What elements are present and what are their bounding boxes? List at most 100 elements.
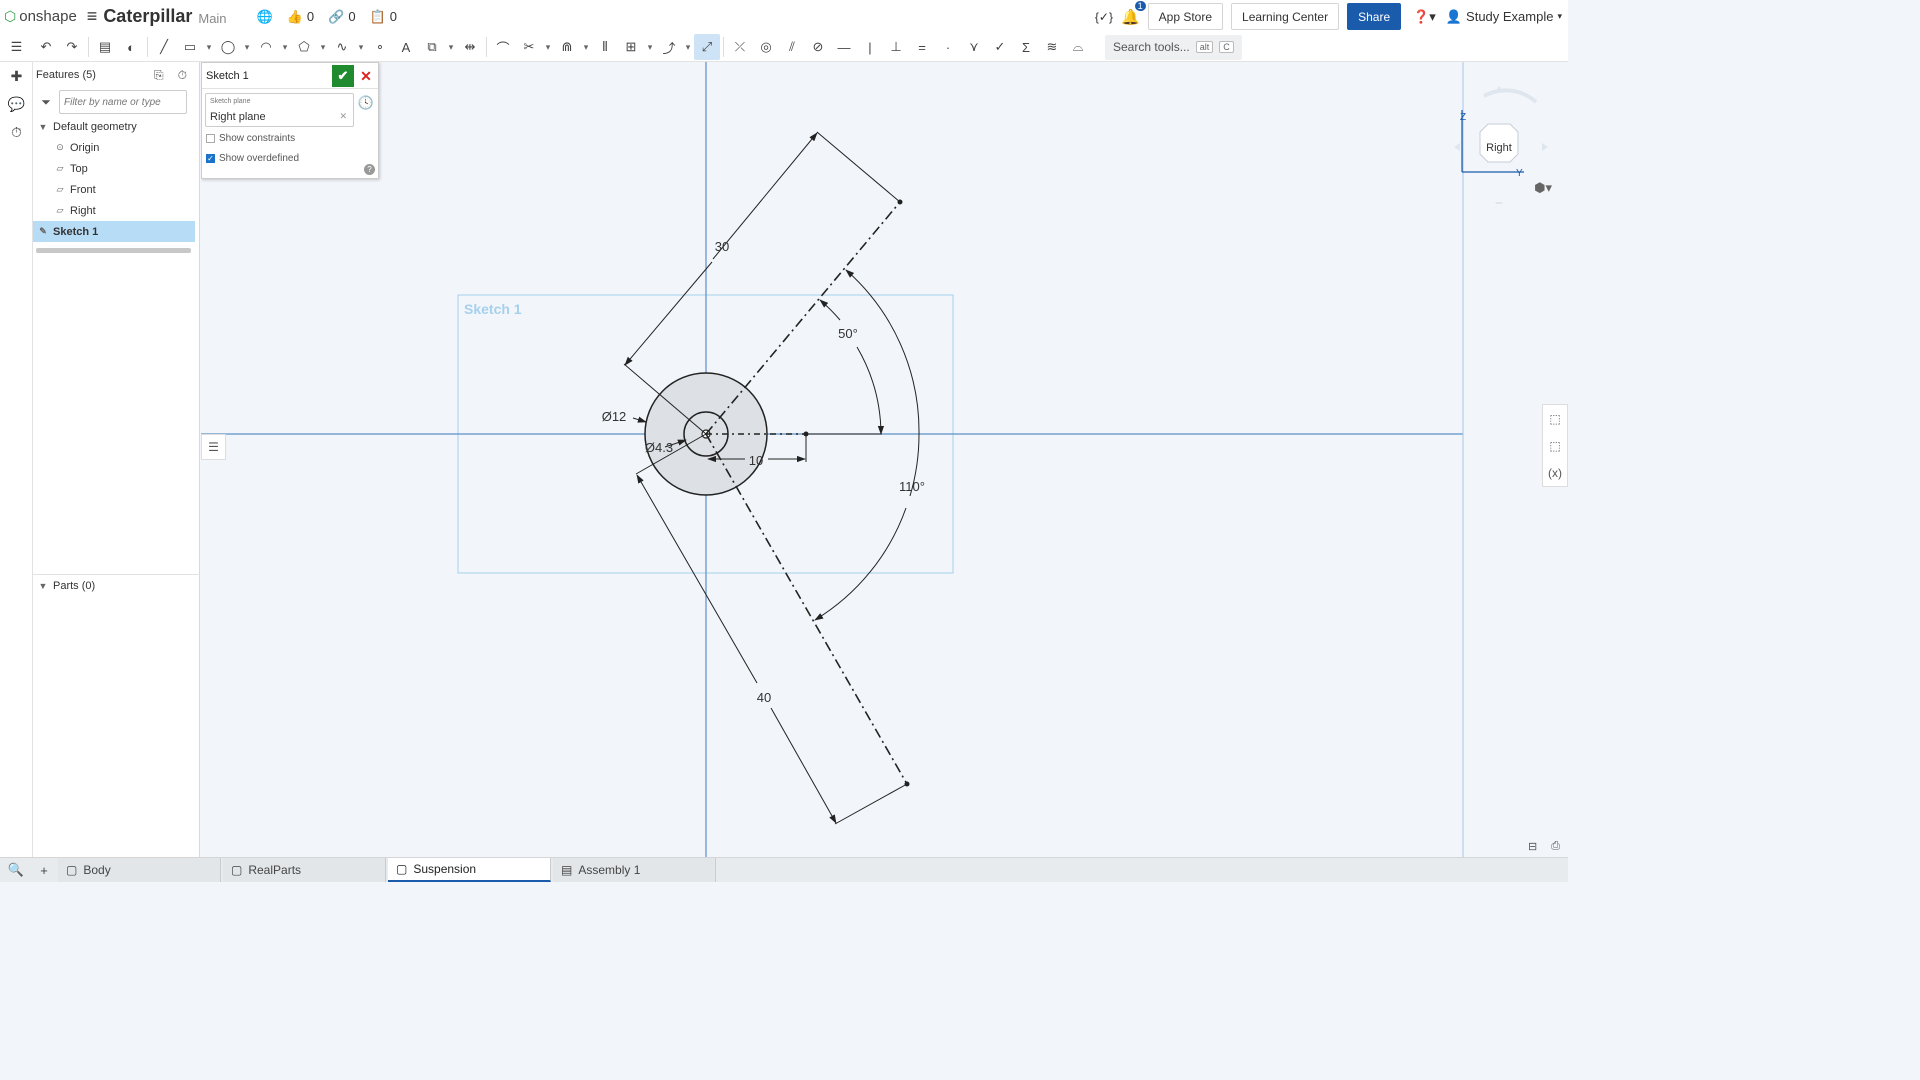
sketch-plane-field[interactable]: Sketch plane Right plane ✕ bbox=[205, 93, 354, 127]
chevron-down-icon[interactable]: ▾ bbox=[317, 34, 329, 60]
tab-assembly-1[interactable]: ▤ Assembly 1 bbox=[553, 858, 716, 882]
use-icon[interactable]: ◐ bbox=[118, 34, 144, 60]
perpendicular-icon[interactable]: ⊥ bbox=[883, 34, 909, 60]
midpoint-icon[interactable]: · bbox=[935, 34, 961, 60]
spline-icon[interactable]: ∿ bbox=[329, 34, 355, 60]
rectangle-icon[interactable]: ▭ bbox=[177, 34, 203, 60]
tree-item-front[interactable]: ▱ Front bbox=[33, 179, 199, 200]
dimension-icon[interactable]: ⤢ bbox=[694, 34, 720, 60]
dim-30-label[interactable]: 30 bbox=[715, 239, 729, 254]
tree-item-sketch-1[interactable]: ✎ Sketch 1 bbox=[33, 221, 195, 242]
chevron-down-icon[interactable]: ▾ bbox=[542, 34, 554, 60]
printer-icon[interactable]: ⎙ bbox=[1551, 840, 1560, 853]
list-toggle-icon[interactable]: ☰ bbox=[201, 434, 226, 460]
globe-icon[interactable]: 🌐 bbox=[257, 9, 273, 25]
user-menu[interactable]: 👤 Study Example ▾ bbox=[1446, 9, 1562, 25]
cancel-x-icon[interactable]: ✕ bbox=[358, 65, 374, 87]
tree-item-right[interactable]: ▱ Right bbox=[33, 200, 199, 221]
equal-icon[interactable]: = bbox=[909, 34, 935, 60]
add-tab-icon[interactable]: + bbox=[32, 858, 56, 882]
fillet-icon[interactable]: ⌒ bbox=[490, 34, 516, 60]
sketch-dialog-title[interactable]: Sketch 1 bbox=[206, 70, 249, 82]
curvature-icon[interactable]: ⌓ bbox=[1065, 34, 1091, 60]
tab-realparts[interactable]: ▢ RealParts bbox=[223, 858, 386, 882]
feature-list-icon[interactable]: ☰ bbox=[0, 34, 33, 60]
line-icon[interactable]: ╱ bbox=[151, 34, 177, 60]
appearance-panel-icon[interactable]: ⬚ bbox=[1543, 405, 1567, 432]
rollback-icon[interactable]: ⎘ bbox=[154, 68, 164, 83]
chevron-down-icon[interactable]: ▾ bbox=[580, 34, 592, 60]
like-button[interactable]: 👍 0 bbox=[287, 9, 314, 25]
chevron-down-icon[interactable]: ▾ bbox=[203, 34, 215, 60]
show-constraints-checkbox[interactable]: Show constraints bbox=[202, 127, 378, 149]
arc-icon[interactable]: ◠ bbox=[253, 34, 279, 60]
share-button[interactable]: Share bbox=[1347, 3, 1402, 30]
coincident-icon[interactable]: ⤫ bbox=[727, 34, 753, 60]
app-store-button[interactable]: App Store bbox=[1147, 3, 1224, 30]
variable-studio-icon[interactable]: {✓} bbox=[1095, 10, 1113, 24]
show-overdefined-checkbox[interactable]: ✓ Show overdefined bbox=[202, 147, 378, 169]
horizontal-icon[interactable]: — bbox=[831, 34, 857, 60]
menu-icon[interactable]: ≡ bbox=[87, 6, 98, 27]
feature-filter-input[interactable] bbox=[59, 90, 187, 114]
stopwatch-icon[interactable]: ⏱ bbox=[178, 68, 187, 83]
insert-image-icon[interactable]: ⧉ bbox=[419, 34, 445, 60]
polygon-icon[interactable]: ⬠ bbox=[291, 34, 317, 60]
redo-icon[interactable]: ↷ bbox=[59, 34, 85, 60]
vertical-icon[interactable]: | bbox=[857, 34, 883, 60]
circle-icon[interactable]: ◯ bbox=[215, 34, 241, 60]
fix-icon[interactable]: ≋ bbox=[1039, 34, 1065, 60]
tangent-icon[interactable]: ⊘ bbox=[805, 34, 831, 60]
view-mode-cube-icon[interactable]: ⬢▾ bbox=[1534, 180, 1552, 196]
tab-manager-icon[interactable]: 🔍 bbox=[0, 858, 32, 882]
chevron-down-icon[interactable]: ▾ bbox=[445, 34, 457, 60]
pierce-icon[interactable]: ✓ bbox=[987, 34, 1013, 60]
parallel-icon[interactable]: ⫽ bbox=[779, 34, 805, 60]
help-question-icon[interactable]: ? bbox=[364, 164, 375, 175]
point-icon[interactable]: ∘ bbox=[367, 34, 393, 60]
text-icon[interactable]: A bbox=[393, 34, 419, 60]
chevron-down-icon[interactable]: ▾ bbox=[355, 34, 367, 60]
link-button[interactable]: 🔗 0 bbox=[328, 9, 355, 25]
mirror-icon[interactable]: ⫴ bbox=[592, 34, 618, 60]
graphics-canvas[interactable]: 30 40 50° 110° Ø12 Ø4.3 10 Sketch 1 Sket… bbox=[201, 62, 1568, 857]
chevron-down-icon[interactable]: ▾ bbox=[279, 34, 291, 60]
concentric-icon[interactable]: ◎ bbox=[753, 34, 779, 60]
pattern-icon[interactable]: ⊞ bbox=[618, 34, 644, 60]
dim-d12-label[interactable]: Ø12 bbox=[602, 409, 627, 424]
variables-panel-icon[interactable]: (x) bbox=[1543, 459, 1567, 486]
construction-line-upper[interactable] bbox=[705, 201, 901, 435]
insert-icon[interactable]: ✚ bbox=[0, 62, 33, 90]
endpoint-horizontal[interactable] bbox=[803, 431, 809, 437]
symmetric-icon[interactable]: Σ bbox=[1013, 34, 1039, 60]
construction-line-lower[interactable] bbox=[705, 433, 908, 785]
configurations-panel-icon[interactable]: ⬚ bbox=[1543, 432, 1567, 459]
learning-center-button[interactable]: Learning Center bbox=[1231, 3, 1340, 30]
copy-button[interactable]: 📋 0 bbox=[370, 9, 397, 25]
document-name[interactable]: Caterpillar bbox=[103, 6, 192, 27]
dim-d43-label[interactable]: Ø4.3 bbox=[645, 440, 673, 455]
help-icon[interactable]: ❓▾ bbox=[1413, 9, 1436, 25]
parts-section[interactable]: ▼ Parts (0) bbox=[33, 574, 200, 596]
tab-body[interactable]: ▢ Body bbox=[58, 858, 221, 882]
branch-name[interactable]: Main bbox=[198, 11, 226, 26]
horizontal-scrollbar[interactable] bbox=[36, 248, 191, 253]
timer-icon[interactable]: ⏱ bbox=[0, 118, 33, 146]
clear-icon[interactable]: ✕ bbox=[339, 111, 347, 122]
tree-item-origin[interactable]: ⊙ Origin bbox=[33, 137, 199, 158]
dim-110-label[interactable]: 110° bbox=[899, 479, 925, 494]
dim-40-label[interactable]: 40 bbox=[757, 690, 771, 705]
comment-icon[interactable]: 💬 bbox=[0, 90, 33, 118]
onshape-logo[interactable]: ⬡ onshape bbox=[4, 8, 77, 25]
dim-50-label[interactable]: 50° bbox=[838, 326, 858, 341]
dim-10-label[interactable]: 10 bbox=[749, 453, 763, 468]
construction-icon[interactable]: ⇹ bbox=[457, 34, 483, 60]
undo-icon[interactable]: ↶ bbox=[33, 34, 59, 60]
filter-icon[interactable]: ⏷ bbox=[33, 95, 59, 110]
tree-item-top[interactable]: ▱ Top bbox=[33, 158, 199, 179]
normal-icon[interactable]: ⋎ bbox=[961, 34, 987, 60]
chevron-down-icon[interactable]: ▾ bbox=[682, 34, 694, 60]
trim-icon[interactable]: ✂ bbox=[516, 34, 542, 60]
sketch-icon[interactable]: ▤ bbox=[92, 34, 118, 60]
tree-item-default-geometry[interactable]: ▼ Default geometry bbox=[33, 116, 199, 137]
